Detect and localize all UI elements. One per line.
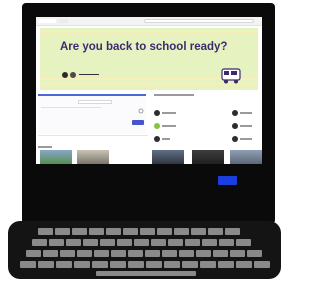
keyboard-key (77, 250, 92, 257)
keyboard-key (72, 228, 87, 235)
keyboard-key (200, 261, 216, 268)
keyboard-key (254, 261, 270, 268)
keyboard-key (92, 261, 108, 268)
keyboard-key (38, 228, 53, 235)
keyboard-key (219, 239, 234, 246)
keyboard-key (32, 239, 47, 246)
keyboard-key (191, 228, 206, 235)
keyboard-key (43, 250, 58, 257)
keyboard-key (208, 228, 223, 235)
spacebar-key (96, 271, 196, 276)
keyboard-key (179, 250, 194, 257)
keyboard-key (185, 239, 200, 246)
keyboard-key (94, 250, 109, 257)
keyboard-key (168, 239, 183, 246)
keyboard-key (55, 228, 70, 235)
keyboard-key (236, 239, 251, 246)
keyboard-key (236, 261, 252, 268)
keyboard-key (218, 261, 234, 268)
keyboard-key (100, 239, 115, 246)
keyboard-key (106, 228, 121, 235)
keyboard-key (213, 250, 228, 257)
keyboard-key (60, 250, 75, 257)
keyboard-key (140, 228, 155, 235)
keyboard-key (182, 261, 198, 268)
keyboard-key (117, 239, 132, 246)
keyboard-key (247, 250, 262, 257)
keyboard-key (74, 261, 90, 268)
keyboard-key (146, 261, 162, 268)
keyboard-key (202, 239, 217, 246)
keyboard-key (111, 250, 126, 257)
keyboard-key (20, 261, 36, 268)
keyboard-key (145, 250, 160, 257)
keyboard-key (26, 250, 41, 257)
keyboard-key (38, 261, 54, 268)
keyboard-key (56, 261, 72, 268)
keyboard-key (49, 239, 64, 246)
keyboard-key (164, 261, 180, 268)
keyboard-key (174, 228, 189, 235)
keyboard-key (225, 228, 240, 235)
keyboard-key (128, 261, 144, 268)
keyboard-key (128, 250, 143, 257)
keyboard-key (162, 250, 177, 257)
keyboard-key (196, 250, 211, 257)
keyboard-key (157, 228, 172, 235)
keyboard-key (83, 239, 98, 246)
keyboard-key (66, 239, 81, 246)
keyboard-key (110, 261, 126, 268)
keyboard-key (151, 239, 166, 246)
keyboard-key (134, 239, 149, 246)
keyboard-key (89, 228, 104, 235)
keyboard-key (123, 228, 138, 235)
keyboard-keys (0, 0, 297, 287)
keyboard-key (230, 250, 245, 257)
